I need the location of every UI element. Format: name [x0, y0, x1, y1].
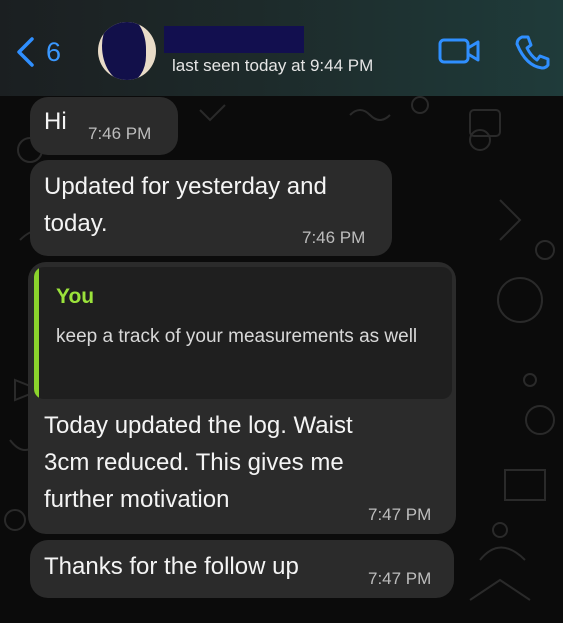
quote-text: keep a track of your measurements as wel… — [56, 326, 418, 347]
message-text: Hi — [44, 108, 67, 135]
avatar[interactable] — [98, 22, 156, 80]
quote-accent-bar — [34, 267, 39, 399]
message-bubble[interactable]: Thanks for the follow up 7:47 PM — [30, 540, 454, 598]
message-text: Today updated the log. Waist 3cm reduced… — [44, 412, 353, 513]
last-seen-status: last seen today at 9:44 PM — [172, 56, 374, 75]
chat-header: 6 last seen today at 9:44 PM — [0, 0, 563, 96]
phone-icon[interactable] — [514, 34, 550, 70]
back-button[interactable]: 6 — [14, 30, 74, 74]
message-time: 7:46 PM — [88, 124, 152, 143]
quote-sender: You — [56, 285, 95, 308]
video-camera-icon[interactable] — [438, 36, 480, 66]
message-time: 7:47 PM — [368, 569, 432, 588]
contact-name-redacted[interactable] — [164, 26, 304, 53]
chevron-left-icon — [17, 37, 34, 67]
quoted-message[interactable]: You keep a track of your measurements as… — [34, 267, 452, 399]
avatar-redaction — [102, 22, 146, 80]
message-text: Thanks for the follow up — [44, 553, 299, 580]
message-bubble[interactable]: Hi 7:46 PM — [30, 97, 178, 155]
unread-count: 6 — [46, 36, 62, 67]
message-time: 7:47 PM — [368, 505, 432, 524]
message-bubble[interactable]: Updated for yesterday and today. 7:46 PM — [30, 160, 392, 256]
message-time: 7:46 PM — [302, 228, 366, 247]
